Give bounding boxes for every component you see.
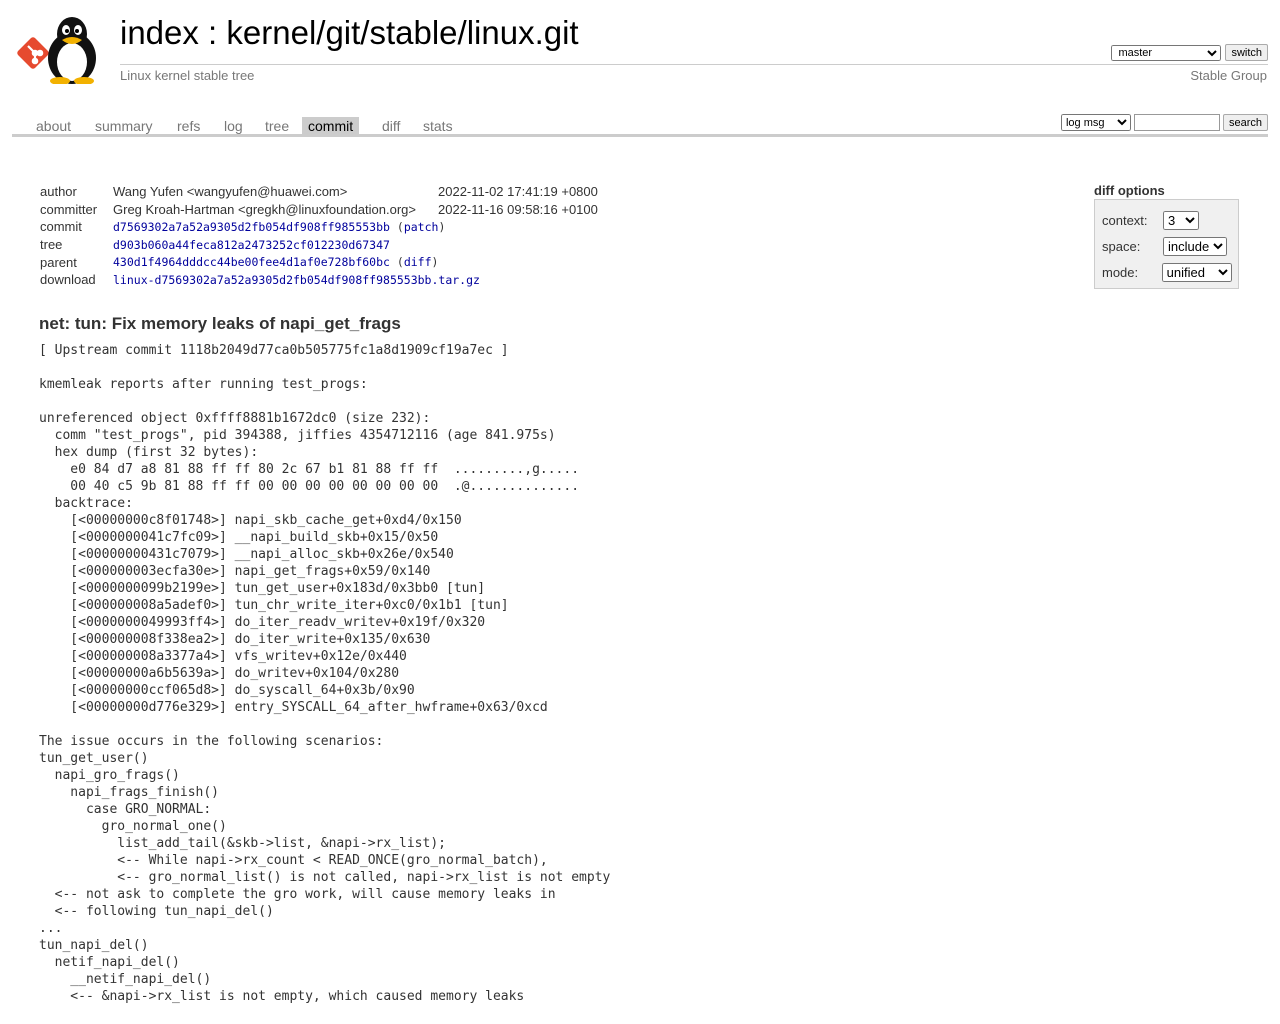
committer-date: 2022-11-16 09:58:16 +0100 <box>438 201 598 217</box>
tab-summary[interactable]: summary <box>89 117 159 134</box>
space-select[interactable]: include <box>1163 236 1227 256</box>
diff-options-box: context: 3 space: include mode: unified <box>1094 199 1239 289</box>
download-row: download linux-d7569302a7a52a9305d2fb054… <box>40 271 598 289</box>
tab-diff[interactable]: diff <box>376 117 406 134</box>
patch-link[interactable]: patch <box>404 220 439 234</box>
title-separator: : <box>198 14 227 51</box>
author-value: Wang Yufen <wangyufen@huawei.com> <box>113 184 348 200</box>
mode-row: mode: unified <box>1102 262 1232 282</box>
author-row: author Wang Yufen <wangyufen@huawei.com>… <box>40 183 598 201</box>
tree-sha-cell: d903b060a44feca812a2473252cf012230d67347 <box>113 236 598 254</box>
repo-description: Linux kernel stable tree <box>120 68 255 83</box>
parent-sha-link[interactable]: 430d1f4964dddcc44be00fee4d1af0e728bf60bc <box>113 255 390 269</box>
repo-link[interactable]: kernel/git/stable/linux.git <box>226 14 578 51</box>
commit-row: commit d7569302a7a52a9305d2fb054df908ff9… <box>40 218 598 236</box>
space-row: space: include <box>1102 236 1232 256</box>
tux-logo-icon[interactable] <box>36 12 108 84</box>
diff-options-panel: diff options context: 3 space: include m… <box>1094 183 1239 289</box>
diff-options-title: diff options <box>1094 183 1165 198</box>
tree-row: tree d903b060a44feca812a2473252cf012230d… <box>40 236 598 254</box>
search-input[interactable] <box>1133 114 1220 131</box>
commit-message: [ Upstream commit 1118b2049d77ca0b505775… <box>39 343 611 1004</box>
repo-owner: Stable Group <box>1190 68 1267 83</box>
tree-sha-link[interactable]: d903b060a44feca812a2473252cf012230d67347 <box>113 238 390 252</box>
committer-label: committer <box>40 201 98 217</box>
tab-about[interactable]: about <box>30 117 77 134</box>
parent-sha-cell: 430d1f4964dddcc44be00fee4d1af0e728bf60bc… <box>113 255 439 270</box>
tab-refs[interactable]: refs <box>171 117 206 134</box>
tab-commit[interactable]: commit <box>302 117 360 134</box>
commit-info-table: author Wang Yufen <wangyufen@huawei.com>… <box>40 183 598 289</box>
space-label: space: <box>1102 238 1141 254</box>
commit-subject: net: tun: Fix memory leaks of napi_get_f… <box>39 314 401 333</box>
commit-label: commit <box>40 219 82 235</box>
download-link[interactable]: linux-d7569302a7a52a9305d2fb054df908ff98… <box>113 273 480 287</box>
commit-sha-link[interactable]: d7569302a7a52a9305d2fb054df908ff985553bb <box>113 220 390 234</box>
index-link[interactable]: index <box>120 14 199 51</box>
context-label: context: <box>1102 212 1148 228</box>
download-label: download <box>40 272 96 288</box>
mode-select[interactable]: unified <box>1161 262 1232 282</box>
branch-select[interactable]: master <box>1111 44 1222 61</box>
tree-label: tree <box>40 237 63 253</box>
committer-value: Greg Kroah-Hartman <gregkh@linuxfoundati… <box>113 201 416 217</box>
search-mode-select[interactable]: log msg <box>1060 114 1131 131</box>
parent-row: parent 430d1f4964dddcc44be00fee4d1af0e72… <box>40 253 598 271</box>
switch-button[interactable]: switch <box>1225 44 1268 61</box>
branch-switch-form: master switch <box>1111 44 1268 61</box>
author-label: author <box>40 184 77 200</box>
diff-link[interactable]: diff <box>404 255 432 269</box>
tab-tree[interactable]: tree <box>259 117 295 134</box>
committer-row: committer Greg Kroah-Hartman <gregkh@lin… <box>40 201 598 219</box>
tab-stats[interactable]: stats <box>417 117 459 134</box>
download-cell: linux-d7569302a7a52a9305d2fb054df908ff98… <box>113 271 598 289</box>
context-select[interactable]: 3 <box>1163 210 1199 230</box>
search-form: log msg search <box>1060 114 1268 131</box>
context-row: context: 3 <box>1102 210 1232 230</box>
tab-log[interactable]: log <box>218 117 249 134</box>
page-title: index : kernel/git/stable/linux.git <box>120 14 579 52</box>
mode-label: mode: <box>1102 264 1139 280</box>
parent-label: parent <box>40 254 77 270</box>
header-divider <box>120 64 1268 65</box>
author-date: 2022-11-02 17:41:19 +0800 <box>438 184 598 200</box>
search-button[interactable]: search <box>1222 114 1268 131</box>
commit-sha-cell: d7569302a7a52a9305d2fb054df908ff985553bb… <box>113 219 446 234</box>
